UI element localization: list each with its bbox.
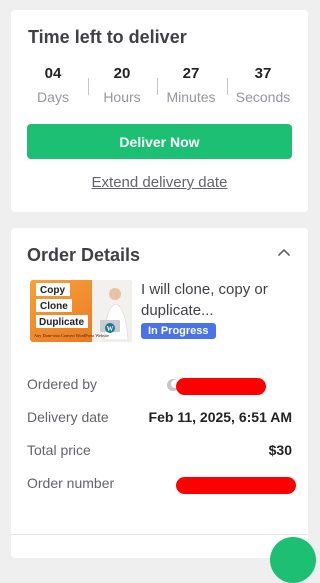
chevron-up-icon[interactable] [277, 246, 291, 258]
chat-fab-button[interactable] [270, 537, 316, 583]
delivery-date-value: Feb 11, 2025, 6:51 AM [148, 409, 292, 425]
buyer-username-redacted[interactable] [176, 378, 266, 395]
countdown-seconds: 37 Seconds [231, 65, 295, 106]
countdown-seconds-value: 37 [254, 65, 272, 82]
countdown-minutes-label: Minutes [166, 89, 216, 105]
total-price-label: Total price [27, 442, 91, 458]
gig-title-link[interactable]: I will clone, copy or duplicate... [141, 279, 291, 321]
gig-thumbnail[interactable]: W Copy Clone Duplicate Any Done-into Con… [30, 280, 132, 342]
countdown-divider [88, 78, 89, 95]
countdown-divider [227, 78, 228, 95]
countdown-seconds-label: Seconds [235, 89, 291, 105]
delivery-card-title: Time left to deliver [28, 27, 187, 47]
countdown-hours-value: 20 [113, 65, 131, 82]
delivery-date-label: Delivery date [27, 409, 109, 425]
countdown-hours-label: Hours [103, 89, 141, 105]
countdown-timer: 04 Days 20 Hours 27 Minutes 37 Seconds [11, 65, 308, 107]
status-badge: In Progress [141, 323, 216, 339]
countdown-days: 04 Days [21, 65, 85, 106]
thumbnail-caption: Any Done-into Convert WordPress Website [34, 333, 109, 338]
card-divider [11, 534, 308, 535]
svg-text:W: W [107, 325, 114, 333]
order-number-label: Order number [27, 475, 115, 491]
countdown-divider [157, 78, 158, 95]
ordered-by-label: Ordered by [27, 376, 98, 392]
total-price-value: $30 [268, 442, 292, 458]
thumbnail-word-clone: Clone [40, 301, 68, 312]
delivery-countdown-card: Time left to deliver 04 Days 20 Hours 27… [11, 10, 308, 212]
order-details-title: Order Details [27, 245, 141, 265]
countdown-minutes: 27 Minutes [159, 65, 223, 106]
thumbnail-word-copy: Copy [40, 285, 65, 296]
countdown-hours: 20 Hours [90, 65, 154, 106]
countdown-minutes-value: 27 [182, 65, 200, 82]
thumbnail-word-duplicate: Duplicate [39, 317, 84, 328]
order-details-card: Order Details W Copy Clone Duplicate Any… [11, 228, 308, 558]
countdown-days-label: Days [37, 89, 69, 105]
extend-delivery-date-link[interactable]: Extend delivery date [11, 174, 308, 191]
countdown-days-value: 04 [44, 65, 62, 82]
order-number-redacted [176, 477, 296, 494]
deliver-now-button[interactable]: Deliver Now [27, 124, 292, 159]
